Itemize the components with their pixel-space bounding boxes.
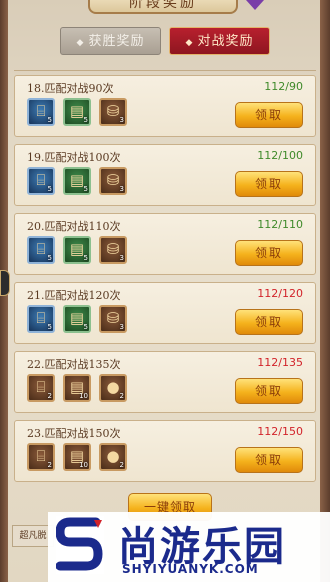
reward-item[interactable]: ⌸ 5	[27, 305, 55, 333]
reward-row-progress: 112/90	[264, 80, 303, 93]
reward-items: ⌸ 5 ▤ 5 ⛁ 3	[27, 167, 127, 195]
reward-item-quantity: 2	[47, 461, 52, 469]
claim-button[interactable]: 领取	[235, 309, 303, 335]
reward-item-quantity: 5	[83, 116, 88, 124]
reward-item[interactable]: ⌸ 5	[27, 236, 55, 264]
claim-button[interactable]: 领取	[235, 447, 303, 473]
reward-row: 22.匹配对战135次 112/135 ⌸ 2 ▤ 10 ● 2 领取	[14, 351, 316, 413]
reward-row-progress: 112/120	[257, 287, 303, 300]
reward-item[interactable]: ⛁ 3	[99, 305, 127, 333]
reward-item[interactable]: ▤ 10	[63, 374, 91, 402]
reward-items: ⌸ 5 ▤ 5 ⛁ 3	[27, 98, 127, 126]
reward-item-quantity: 5	[83, 185, 88, 193]
tab-bar: ◆ 获胜奖励 ◆ 对战奖励	[60, 27, 270, 55]
reward-item-quantity: 5	[47, 116, 52, 124]
tab-battle-rewards[interactable]: ◆ 对战奖励	[169, 27, 270, 55]
tab-label: 对战奖励	[197, 34, 254, 49]
reward-item-quantity: 5	[47, 254, 52, 262]
reward-row-title: 20.匹配对战110次	[27, 220, 121, 233]
reward-item[interactable]: ▤ 5	[63, 236, 91, 264]
reward-item[interactable]: ● 2	[99, 374, 127, 402]
side-handle[interactable]	[0, 270, 10, 296]
reward-row-title: 18.匹配对战90次	[27, 82, 114, 95]
reward-item[interactable]: ⌸ 2	[27, 374, 55, 402]
reward-row-progress: 112/135	[257, 356, 303, 369]
reward-item[interactable]: ▤ 5	[63, 98, 91, 126]
reward-row-title: 22.匹配对战135次	[27, 358, 121, 371]
watermark-url: SHYIYUANYK.COM	[122, 562, 259, 576]
reward-row-progress: 112/100	[257, 149, 303, 162]
reward-row: 23.匹配对战150次 112/150 ⌸ 2 ▤ 10 ● 2 领取	[14, 420, 316, 482]
reward-items: ⌸ 5 ▤ 5 ⛁ 3	[27, 305, 127, 333]
reward-row-title: 21.匹配对战120次	[27, 289, 121, 302]
reward-list[interactable]: 18.匹配对战90次 112/90 ⌸ 5 ▤ 5 ⛁ 3 领取 19.匹配对战100次 112/1…	[14, 70, 316, 488]
reward-item-quantity: 2	[119, 461, 124, 469]
reward-item-quantity: 5	[83, 254, 88, 262]
reward-row-title: 23.匹配对战150次	[27, 427, 121, 440]
reward-item[interactable]: ▤ 5	[63, 305, 91, 333]
reward-item[interactable]: ⌸ 2	[27, 443, 55, 471]
reward-item[interactable]: ⛁ 3	[99, 236, 127, 264]
reward-item-quantity: 2	[119, 392, 124, 400]
reward-item-quantity: 10	[79, 461, 88, 469]
reward-item[interactable]: ▤ 5	[63, 167, 91, 195]
tab-win-rewards[interactable]: ◆ 获胜奖励	[60, 27, 161, 55]
tab-marker-icon: ◆	[76, 38, 85, 48]
reward-item-quantity: 5	[47, 185, 52, 193]
reward-item-quantity: 5	[47, 323, 52, 331]
reward-row: 21.匹配对战120次 112/120 ⌸ 5 ▤ 5 ⛁ 3 领取	[14, 282, 316, 344]
reward-row-title: 19.匹配对战100次	[27, 151, 121, 164]
tab-label: 获胜奖励	[88, 34, 145, 49]
reward-item[interactable]: ▤ 10	[63, 443, 91, 471]
reward-item-quantity: 3	[119, 116, 124, 124]
panel-title-text: 阶段奖励	[129, 0, 197, 11]
reward-item-quantity: 2	[47, 392, 52, 400]
reward-items: ⌸ 2 ▤ 10 ● 2	[27, 374, 127, 402]
ribbon-icon	[246, 0, 264, 10]
claim-button[interactable]: 领取	[235, 378, 303, 404]
panel-title: 阶段奖励	[88, 0, 238, 14]
reward-item[interactable]: ⛁ 3	[99, 167, 127, 195]
reward-items: ⌸ 2 ▤ 10 ● 2	[27, 443, 127, 471]
reward-row: 20.匹配对战110次 112/110 ⌸ 5 ▤ 5 ⛁ 3 领取	[14, 213, 316, 275]
tab-marker-icon: ◆	[185, 38, 194, 48]
reward-item[interactable]: ● 2	[99, 443, 127, 471]
reward-item[interactable]: ⌸ 5	[27, 167, 55, 195]
reward-item-quantity: 3	[119, 323, 124, 331]
reward-item[interactable]: ⌸ 5	[27, 98, 55, 126]
claim-button[interactable]: 领取	[235, 171, 303, 197]
reward-row: 19.匹配对战100次 112/100 ⌸ 5 ▤ 5 ⛁ 3 领取	[14, 144, 316, 206]
reward-item[interactable]: ⛁ 3	[99, 98, 127, 126]
reward-item-quantity: 10	[79, 392, 88, 400]
reward-item-quantity: 5	[83, 323, 88, 331]
watermark: 尚游乐园 SHYIYUANYK.COM	[48, 512, 330, 582]
panel-right-border	[320, 0, 330, 582]
claim-button[interactable]: 领取	[235, 102, 303, 128]
reward-row: 18.匹配对战90次 112/90 ⌸ 5 ▤ 5 ⛁ 3 领取	[14, 75, 316, 137]
reward-items: ⌸ 5 ▤ 5 ⛁ 3	[27, 236, 127, 264]
watermark-logo-icon	[56, 516, 104, 574]
claim-button[interactable]: 领取	[235, 240, 303, 266]
reward-row-progress: 112/110	[257, 218, 303, 231]
reward-item-quantity: 3	[119, 254, 124, 262]
reward-item-quantity: 3	[119, 185, 124, 193]
reward-row-progress: 112/150	[257, 425, 303, 438]
